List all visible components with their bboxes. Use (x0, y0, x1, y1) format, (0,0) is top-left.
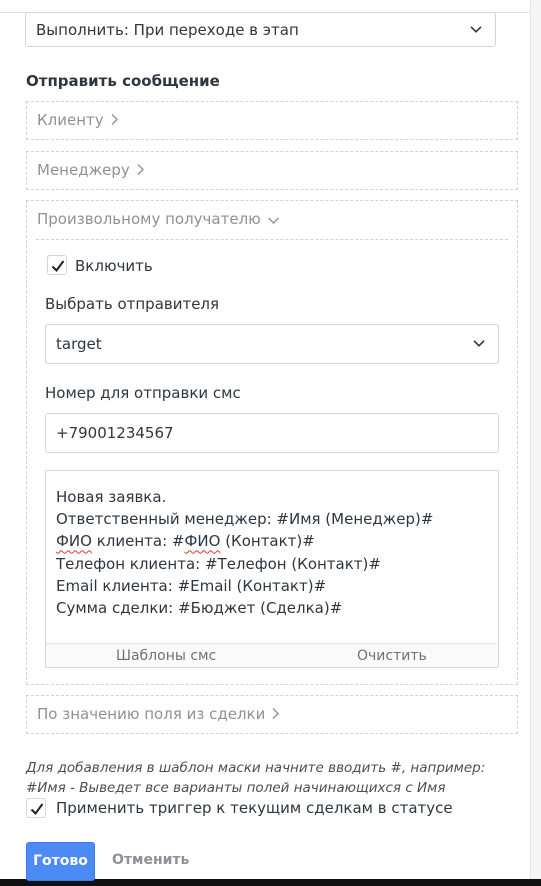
section-custom-label: Произвольному получателю (37, 210, 261, 228)
cancel-button[interactable]: Отменить (112, 852, 189, 868)
chevron-down-icon (473, 340, 485, 347)
section-manager: Менеджеру (26, 151, 518, 190)
phone-label: Номер для отправки смс (45, 384, 241, 402)
section-by-field: По значению поля из сделки (26, 695, 518, 734)
message-line-fio: ФИО (56, 532, 92, 551)
chevron-down-icon (470, 25, 482, 33)
sms-templates-button[interactable]: Шаблоны смс (116, 648, 216, 664)
sender-select-value: target (56, 335, 102, 353)
chevron-right-icon (110, 112, 119, 130)
apply-trigger-label: Применить триггер к текущим сделкам в ст… (56, 799, 453, 817)
section-manager-label: Менеджеру (37, 161, 130, 179)
apply-trigger-checkbox[interactable] (26, 798, 46, 818)
message-line: Новая заявка. (56, 488, 167, 506)
message-line: Ответственный менеджер: #Имя (Менеджер)# (56, 510, 434, 529)
right-scroll-area (530, 0, 541, 886)
execute-select-value: Выполнить: При переходе в этап (36, 20, 299, 39)
enable-label: Включить (75, 257, 153, 275)
execute-select[interactable]: Выполнить: При переходе в этап (25, 12, 496, 47)
section-client-label: Клиенту (37, 111, 104, 129)
textarea-toolbar: Шаблоны смс Очистить (46, 643, 497, 667)
enable-checkbox[interactable] (47, 255, 67, 275)
section-by-field-header[interactable]: По значению поля из сделки (37, 705, 280, 724)
checkmark-icon (30, 803, 44, 816)
message-line: Телефон клиента: #Телефон (Контакт)# (56, 554, 381, 573)
message-text[interactable]: Новая заявка. Ответственный менеджер: #И… (56, 486, 496, 619)
section-custom-header[interactable]: Произвольному получателю (37, 210, 280, 229)
section-manager-header[interactable]: Менеджеру (37, 161, 145, 180)
section-client: Клиенту (26, 101, 518, 140)
chevron-right-icon (271, 706, 280, 724)
message-textarea[interactable]: Новая заявка. Ответственный менеджер: #И… (45, 470, 499, 668)
send-message-title: Отправить сообщение (26, 72, 220, 90)
chevron-right-icon (136, 162, 145, 180)
sender-label: Выбрать отправителя (45, 295, 220, 313)
chevron-down-icon (267, 211, 280, 229)
message-line: Email клиента: #Email (Контакт)# (56, 576, 327, 595)
template-hint: Для добавления в шаблон маски начните вв… (26, 760, 486, 796)
clear-button[interactable]: Очистить (357, 648, 427, 664)
phone-input[interactable]: +79001234567 (45, 413, 499, 453)
section-client-header[interactable]: Клиенту (37, 111, 119, 130)
message-line: ФИО клиента: #ФИО (Контакт)# (56, 532, 315, 551)
sender-select[interactable]: target (45, 324, 499, 364)
phone-input-value: +79001234567 (56, 424, 174, 442)
trigger-settings-panel: Выполнить: При переходе в этап Отправить… (0, 0, 541, 886)
done-button[interactable]: Готово (26, 842, 95, 881)
section-by-field-label: По значению поля из сделки (37, 705, 266, 723)
checkmark-icon (51, 260, 65, 273)
section-divider (36, 239, 508, 240)
section-custom-recipient: Произвольному получателю Включить Выбрат… (26, 200, 518, 685)
message-line: Сумма сделки: #Бюджет (Сделка)# (56, 599, 343, 618)
